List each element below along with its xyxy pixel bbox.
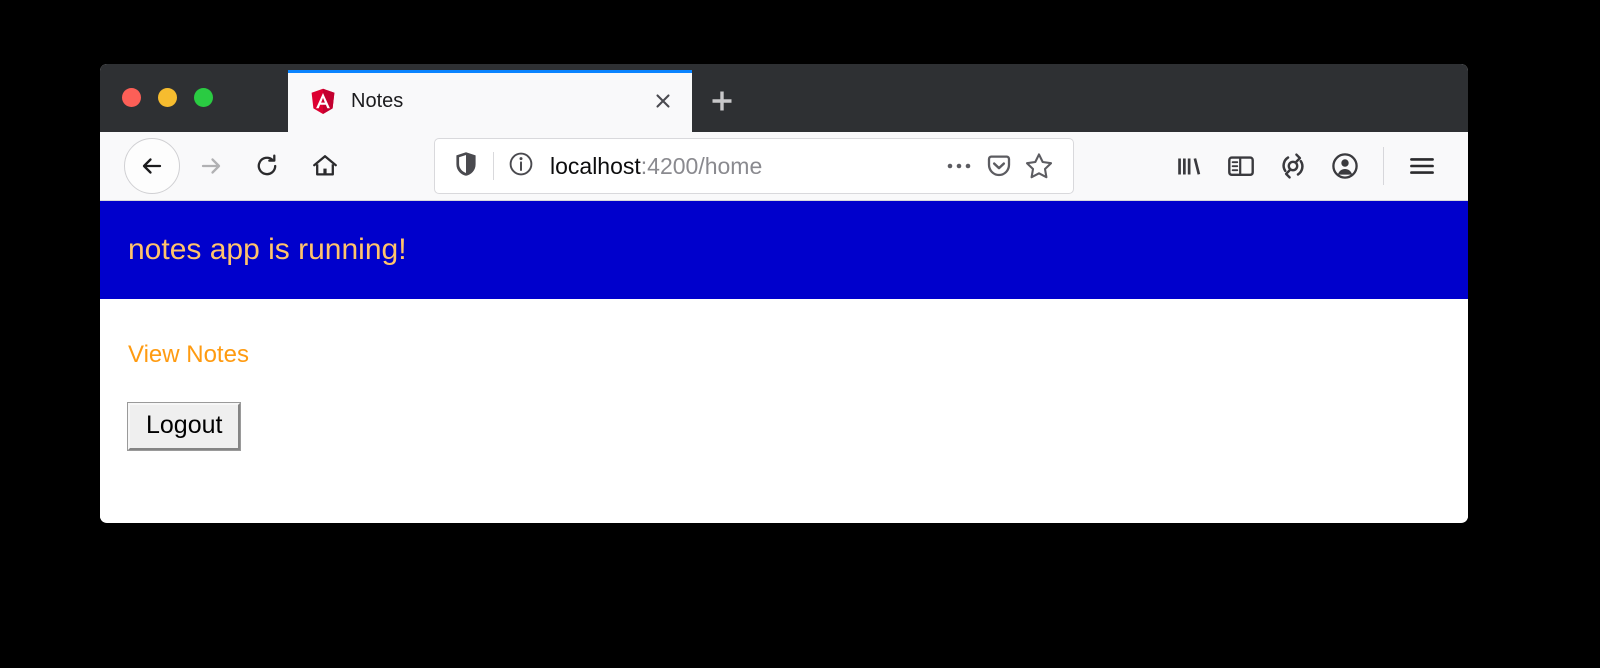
logout-button[interactable]: Logout (126, 402, 242, 451)
account-icon[interactable] (1319, 143, 1371, 189)
title-bar: Notes (100, 64, 1468, 132)
window-controls (122, 88, 213, 107)
url-host: localhost (550, 152, 641, 179)
minimize-window-button[interactable] (158, 88, 177, 107)
maximize-window-button[interactable] (194, 88, 213, 107)
toolbar-right-group (1163, 143, 1452, 189)
sync-icon[interactable] (1267, 143, 1319, 189)
library-icon[interactable] (1163, 143, 1215, 189)
star-bookmark-icon[interactable] (1019, 146, 1059, 186)
tab-title: Notes (351, 89, 404, 112)
close-icon[interactable] (648, 86, 678, 116)
tracking-protection-shield-icon[interactable] (453, 150, 479, 183)
forward-button (190, 145, 232, 187)
view-notes-link[interactable]: View Notes (128, 341, 249, 369)
page-info-icon[interactable] (508, 151, 534, 182)
new-tab-button[interactable] (692, 70, 752, 132)
navigation-toolbar: localhost:4200/home (100, 132, 1468, 201)
tab-notes[interactable]: Notes (288, 70, 692, 132)
tab-strip: Notes (288, 64, 752, 132)
browser-window: Notes localhost:4200/home notes app is r… (100, 64, 1468, 523)
pocket-icon[interactable] (979, 146, 1019, 186)
page-title: notes app is running! (128, 233, 407, 266)
page-actions-ellipsis-icon[interactable] (939, 146, 979, 186)
app-banner: notes app is running! (100, 201, 1468, 299)
app-body: View Notes Logout (100, 299, 1468, 451)
page-content: notes app is running! View Notes Logout (100, 201, 1468, 522)
url-text[interactable]: localhost:4200/home (550, 153, 939, 180)
close-window-button[interactable] (122, 88, 141, 107)
url-path: :4200/home (640, 152, 763, 179)
toolbar-divider (1383, 147, 1384, 185)
home-button[interactable] (304, 145, 346, 187)
sidebar-icon[interactable] (1215, 143, 1267, 189)
angular-icon (310, 88, 336, 115)
hamburger-menu-icon[interactable] (1396, 143, 1448, 189)
url-bar[interactable]: localhost:4200/home (434, 138, 1074, 194)
back-button[interactable] (124, 138, 180, 194)
url-bar-divider (493, 152, 494, 180)
reload-button[interactable] (246, 145, 288, 187)
